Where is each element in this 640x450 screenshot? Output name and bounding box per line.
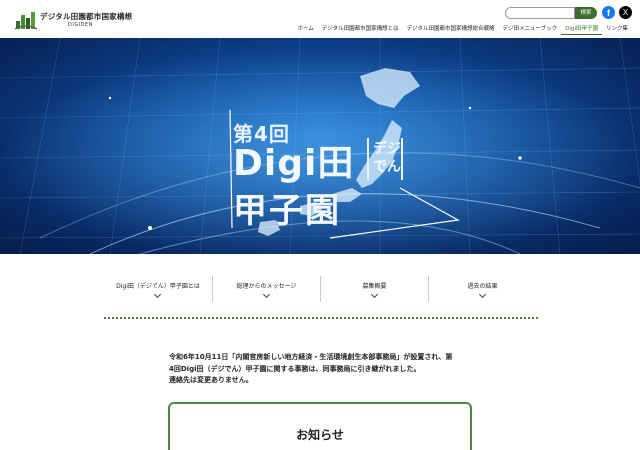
logo-title[interactable]: デジタル田園都市国家構想	[40, 11, 132, 22]
notice-line: 連絡先は変更ありません。	[169, 376, 253, 384]
chevron-down-icon	[262, 290, 270, 299]
hero-title-digiden: Digi田	[233, 143, 355, 184]
notice-line: 4回Digi田（デジでん）甲子園に関する事務は、同事務局に引き継がれました。	[169, 364, 421, 373]
nav-about[interactable]: デジタル田園都市国家構想とは	[318, 25, 403, 35]
subnav-label: 過去の結果	[467, 283, 498, 290]
logo-icon[interactable]	[14, 9, 38, 31]
notice-line: 令和6年10月11日「内閣官房新しい地方経済・生活環境創生本部事務局」が設置され…	[169, 353, 453, 361]
search-button[interactable]: 検索	[575, 7, 597, 19]
dotted-divider	[104, 317, 538, 319]
hero-banner: 第4回 Digi田 デジ でん 甲子園	[0, 38, 640, 254]
notice-text: 令和6年10月11日「内閣官房新しい地方経済・生活環境創生本部事務局」が設置され…	[169, 352, 479, 387]
chevron-down-icon	[153, 290, 162, 299]
search-input[interactable]	[505, 7, 575, 19]
news-title: お知らせ	[296, 428, 344, 442]
nav-strategy[interactable]: デジタル田園都市国家構想総合戦略	[403, 25, 499, 35]
nav-links[interactable]: リンク集	[602, 25, 632, 35]
news-section: お知らせ	[168, 402, 472, 450]
hero-ruby-bottom: でん	[373, 159, 401, 175]
subnav-item-guidelines[interactable]: 募集概要	[320, 276, 428, 302]
global-nav: ホーム デジタル田園都市国家構想とは デジタル田園都市国家構想総合戦略 デジ田メ…	[293, 25, 632, 35]
facebook-icon[interactable]: f	[602, 6, 615, 19]
search-form: 検索	[505, 7, 597, 19]
subnav-label: Digi田（デジでん）甲子園とは	[116, 283, 200, 290]
hero-ruby: デジ でん	[372, 140, 402, 176]
subnav-label: 募集概要	[362, 283, 387, 290]
subnav-label: 総理からのメッセージ	[236, 283, 297, 290]
chevron-down-icon	[478, 290, 486, 299]
subnav-item-about[interactable]: Digi田（デジでん）甲子園とは	[104, 276, 212, 302]
chevron-down-icon	[370, 290, 378, 299]
x-icon[interactable]: X	[619, 6, 632, 19]
site-header: デジタル田園都市国家構想 DIGIDEN 検索 f X ホーム デジタル田園都市…	[0, 0, 640, 38]
nav-digiden-koshien[interactable]: Digi田甲子園	[561, 25, 602, 35]
nav-menubook[interactable]: デジ田メニューブック	[499, 25, 562, 35]
logo-subtitle: DIGIDEN	[68, 22, 93, 28]
subnav-item-past-results[interactable]: 過去の結果	[428, 276, 536, 302]
nav-home[interactable]: ホーム	[293, 25, 317, 35]
hero-title-koshien: 甲子園	[233, 191, 341, 231]
hero-ruby-top: デジ	[373, 141, 401, 157]
page-subnav: Digi田（デジでん）甲子園とは 総理からのメッセージ 募集概要 過去の結果	[104, 276, 536, 302]
subnav-item-message[interactable]: 総理からのメッセージ	[212, 276, 320, 302]
